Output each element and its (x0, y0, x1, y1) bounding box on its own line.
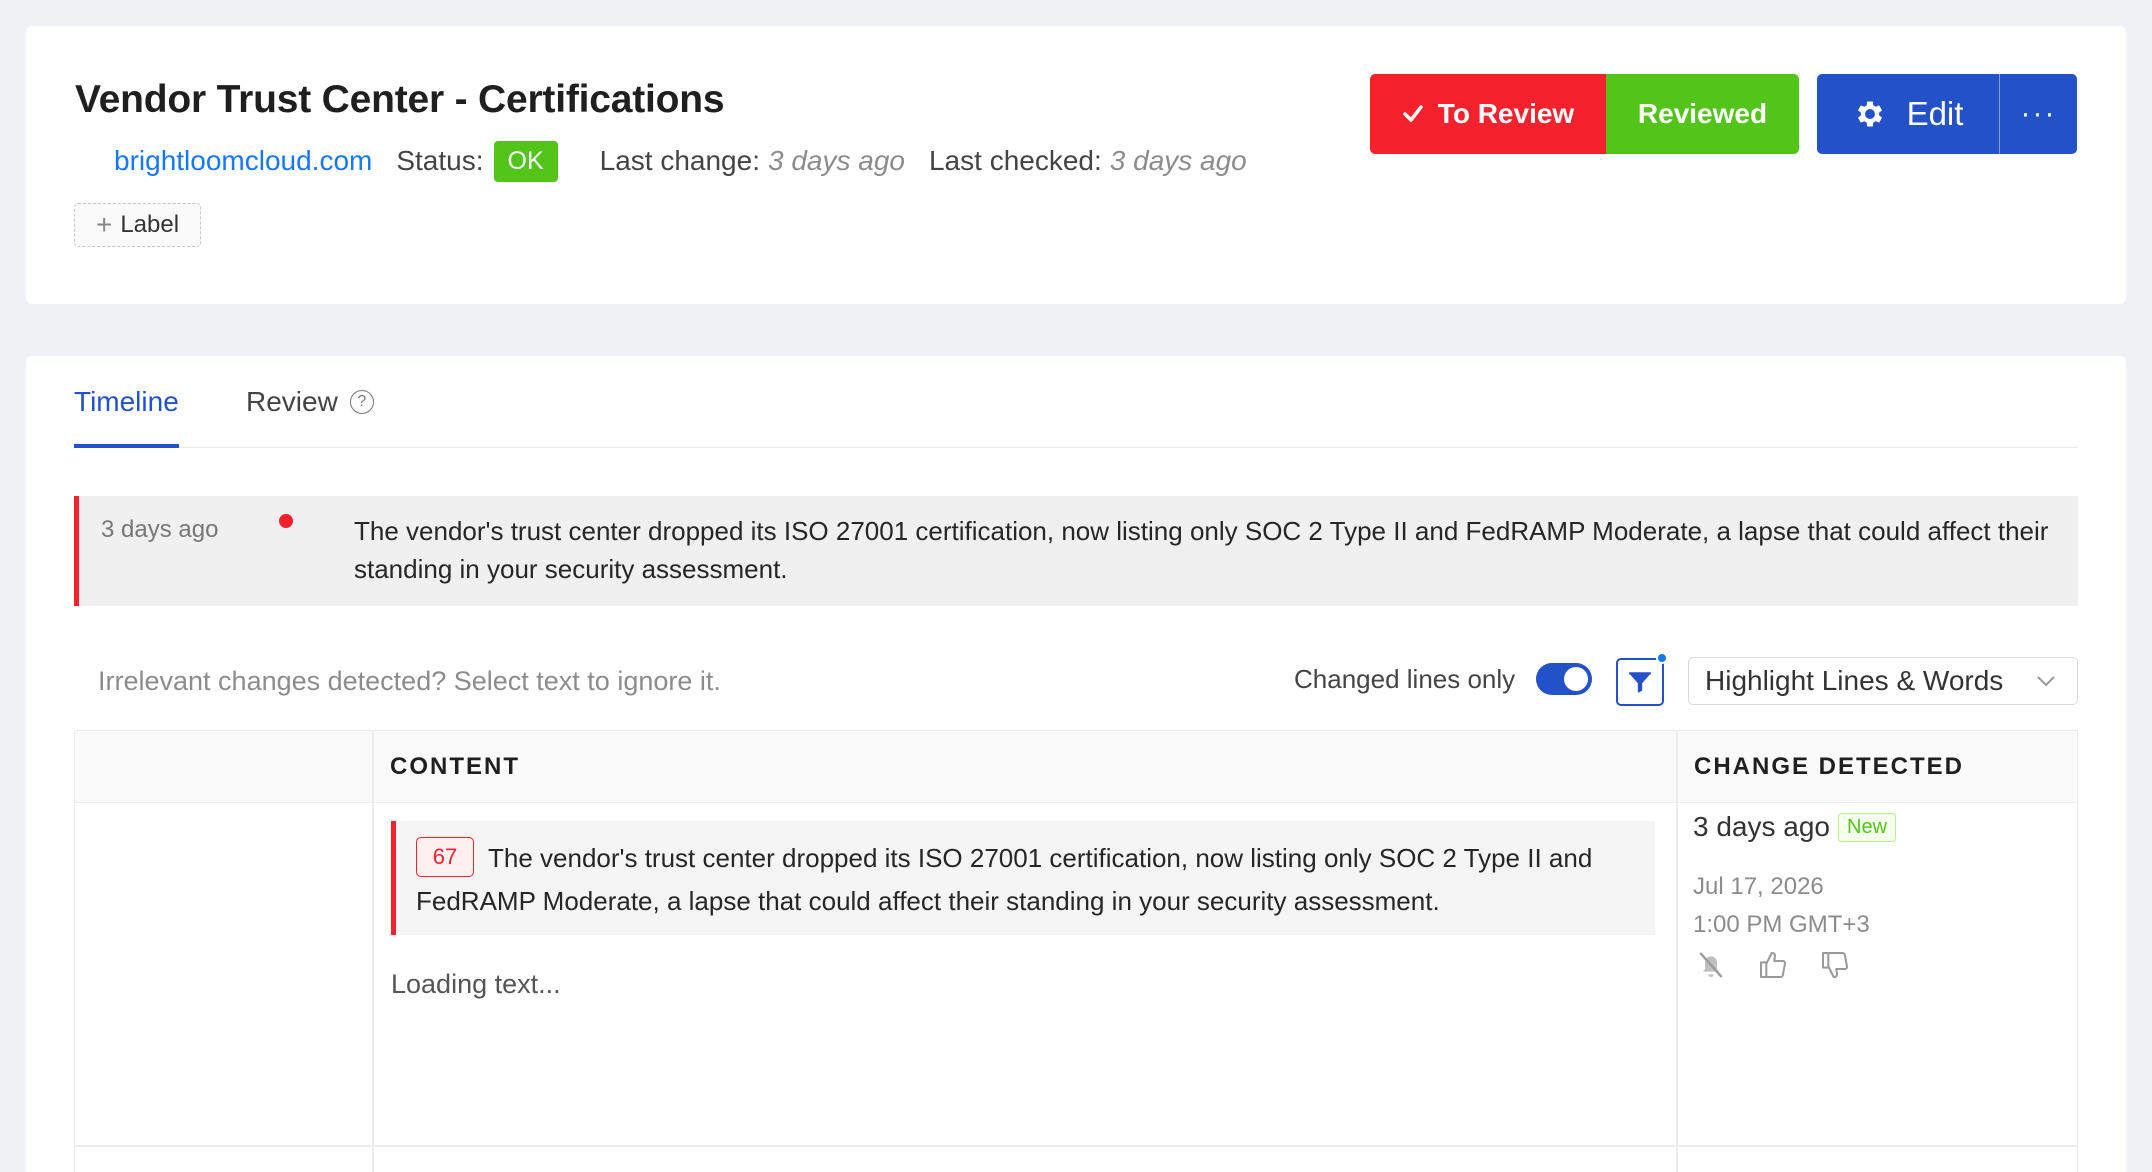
add-label-button[interactable]: + Label (74, 203, 201, 247)
changed-line[interactable]: 67 The vendor's trust center dropped its… (391, 821, 1655, 935)
last-checked-label: Last checked: (928, 145, 1102, 176)
thumbs-down-button[interactable] (1817, 947, 1853, 983)
more-icon: ··· (2020, 97, 2057, 130)
edit-label: Edit (1906, 95, 1964, 132)
page-title: Vendor Trust Center - Certifications (75, 78, 725, 121)
thumbs-up-button[interactable] (1755, 947, 1791, 983)
table-header-content: CONTENT (372, 731, 1676, 803)
summary-text: The vendor's trust center dropped its IS… (354, 516, 2049, 584)
changed-lines-toggle[interactable] (1536, 663, 1592, 695)
highlight-mode-value: Highlight Lines & Words (1705, 665, 2004, 696)
changed-lines-label: Changed lines only (1294, 664, 1516, 694)
table-header-change: CHANGE DETECTED (1676, 731, 2076, 803)
detected-ago: 3 days ago (1693, 811, 1830, 842)
summary-time: 3 days ago (101, 516, 219, 543)
last-change-value: 3 days ago (767, 145, 905, 176)
status-badge: OK (493, 140, 558, 182)
change-detected-time: 3 days ago New (1693, 811, 1897, 843)
reviewed-button[interactable]: Reviewed (1606, 74, 1799, 154)
tab-timeline[interactable]: Timeline (74, 386, 179, 448)
detected-date: Jul 17, 2026 (1693, 873, 1824, 900)
changed-line-text[interactable]: The vendor's trust center dropped its IS… (416, 837, 1636, 923)
last-checked-value: 3 days ago (1109, 145, 1247, 176)
filter-icon (1629, 672, 1651, 693)
last-change-label: Last change: (599, 145, 760, 176)
filter-button[interactable] (1616, 652, 1668, 706)
change-summary[interactable]: 3 days ago The vendor's trust center dro… (74, 496, 2078, 606)
main-card: Timeline Review ? 3 days ago The vendor'… (26, 356, 2126, 1172)
highlight-mode-select[interactable]: Highlight Lines & Words (1688, 657, 2078, 705)
help-icon[interactable]: ? (349, 390, 374, 414)
add-label-text: Label (120, 211, 180, 238)
edit-button-group: Edit ··· (1817, 74, 2077, 154)
edit-button[interactable]: Edit (1817, 74, 1999, 154)
column-divider (372, 731, 374, 1172)
mute-bell-icon (1699, 952, 1723, 978)
thumbs-down-icon (1822, 952, 1849, 979)
review-button-group: To Review Reviewed (1370, 74, 1799, 154)
status-label: Status: (396, 145, 484, 176)
domain-link[interactable]: brightloomcloud.com (114, 145, 372, 177)
thumbs-up-icon (1760, 951, 1787, 978)
more-button[interactable]: ··· (1999, 74, 2077, 154)
detected-clock: 1:00 PM GMT+3 (1693, 911, 1870, 938)
plus-icon: + (95, 209, 113, 240)
reviewed-label: Reviewed (1637, 98, 1768, 129)
column-divider (1676, 731, 1678, 1172)
meta-row: brightloomcloud.com Status: OK Last chan… (114, 138, 1247, 184)
chevron-down-icon (2037, 676, 2055, 687)
loading-text: Loading text... (391, 969, 561, 999)
filter-active-dot (1656, 652, 1668, 664)
gear-icon (1857, 101, 1882, 127)
table-header-blank (75, 731, 372, 803)
toggle-knob (1564, 667, 1588, 691)
unread-dot (279, 514, 293, 528)
header-card: Vendor Trust Center - Certifications bri… (26, 26, 2126, 304)
to-review-button[interactable]: To Review (1370, 74, 1606, 154)
tab-bar: Timeline Review ? (74, 356, 2078, 448)
tab-review[interactable]: Review ? (246, 386, 374, 418)
tab-review-label: Review (246, 386, 338, 417)
new-badge: New (1838, 812, 1897, 842)
to-review-label: To Review (1437, 98, 1575, 129)
ignore-hint: Irrelevant changes detected? Select text… (98, 666, 721, 696)
row-actions (1693, 947, 1853, 983)
diff-table: CONTENT CHANGE DETECTED 67 The vendor's … (74, 730, 2078, 1172)
check-icon (1403, 105, 1423, 122)
mute-button[interactable] (1693, 947, 1729, 983)
row-divider (75, 1145, 2077, 1147)
